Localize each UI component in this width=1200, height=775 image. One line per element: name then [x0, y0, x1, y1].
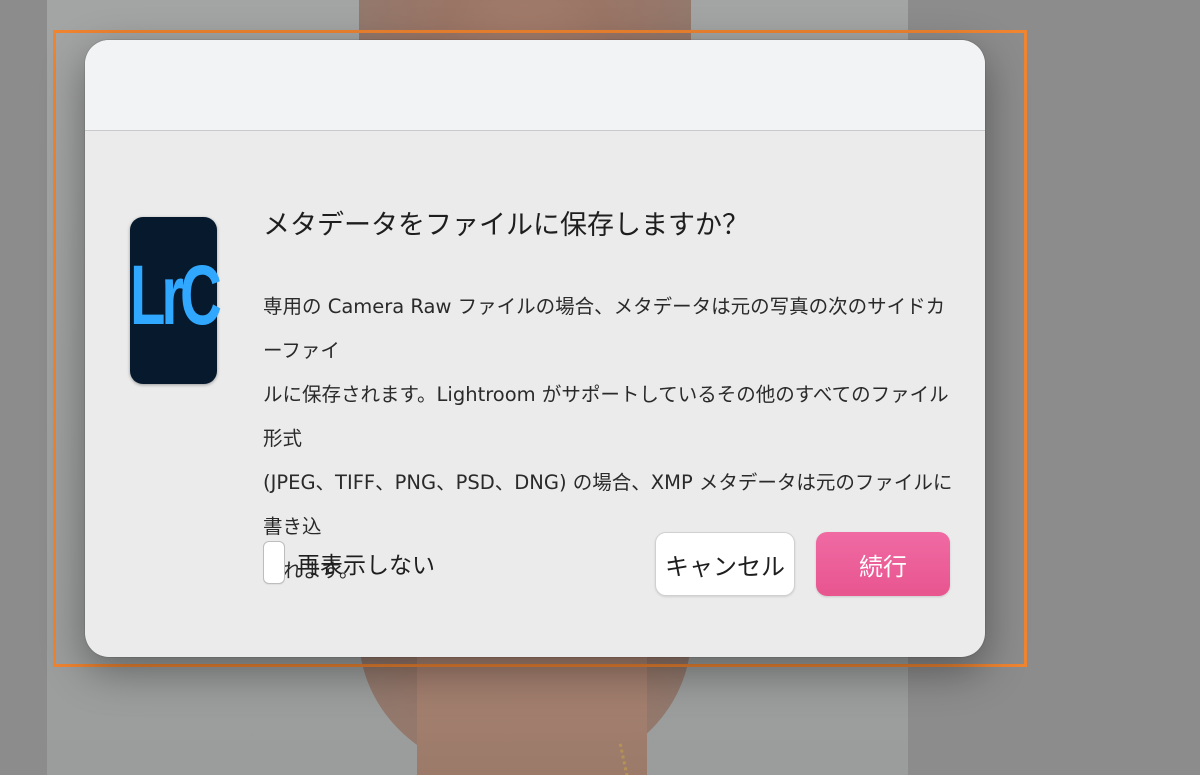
dialog-title: メタデータをファイルに保存しますか？: [263, 210, 749, 241]
app-canvas: LrC メタデータをファイルに保存しますか？ 専用の Camera Raw ファ…: [0, 0, 1200, 775]
message-line: 専用の Camera Raw ファイルの場合、メタデータは元の写真の次のサイドカ…: [263, 295, 946, 362]
cancel-button[interactable]: キャンセル: [655, 532, 795, 596]
app-icon-text: LrC: [130, 248, 222, 343]
lightroom-classic-app-icon: LrC: [130, 217, 222, 384]
dont-show-again-label[interactable]: 再表示しない: [297, 546, 435, 580]
continue-button[interactable]: 続行: [816, 532, 950, 596]
dont-show-again-row[interactable]: 再表示しない: [263, 540, 435, 585]
save-metadata-dialog: LrC メタデータをファイルに保存しますか？ 専用の Camera Raw ファ…: [85, 40, 985, 657]
message-line: ルに保存されます。Lightroom がサポートしているその他のすべてのファイル…: [263, 383, 949, 450]
dont-show-again-checkbox[interactable]: [263, 541, 285, 584]
dialog-titlebar: [85, 40, 985, 131]
